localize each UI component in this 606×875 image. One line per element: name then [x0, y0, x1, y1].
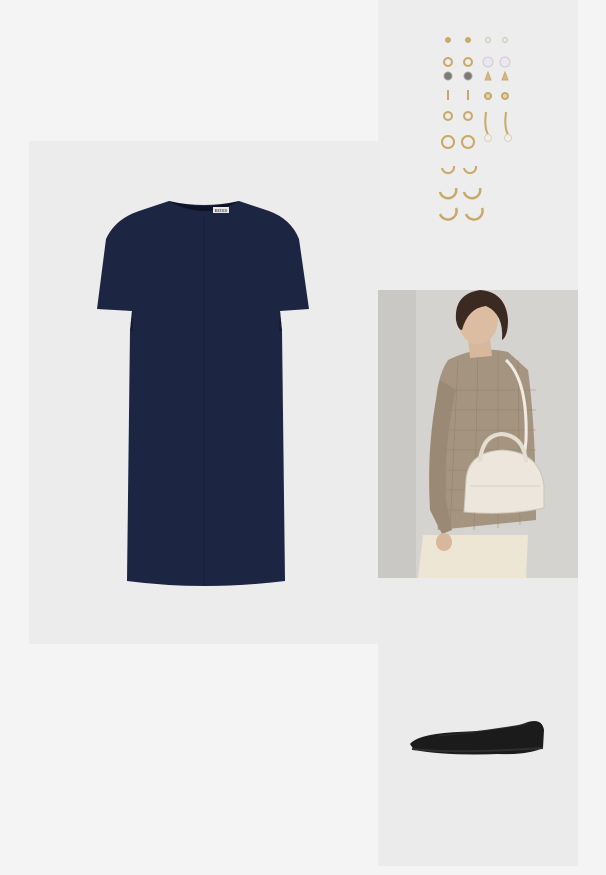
earrings-product-image[interactable] [378, 0, 578, 290]
backdrop-shadow [378, 290, 416, 578]
dress-body [97, 201, 309, 586]
flats-illustration [410, 721, 544, 755]
handbag-model-illustration [378, 290, 578, 578]
model-hand [436, 533, 452, 551]
flats-product-image[interactable] [378, 578, 578, 866]
earrings-illustration [438, 37, 512, 221]
model-trousers [418, 535, 528, 578]
dress-brand-label: BOSS [215, 208, 228, 213]
dress-illustration: BOSS [97, 201, 309, 586]
dress-product-image[interactable]: BOSS [29, 141, 378, 644]
handbag-product-image[interactable] [378, 290, 578, 578]
